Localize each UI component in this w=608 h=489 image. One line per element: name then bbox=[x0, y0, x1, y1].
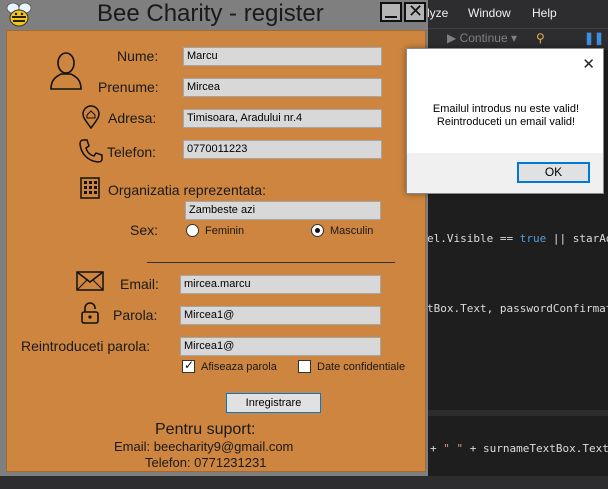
parola-label: Parola: bbox=[113, 307, 158, 323]
ide-statusbar bbox=[0, 476, 608, 489]
close-icon[interactable]: ✕ bbox=[582, 55, 595, 73]
bee-icon bbox=[6, 2, 32, 27]
code-line: tBox.Text, passwordConfirmatio bbox=[427, 302, 608, 315]
play-icon: ▶ bbox=[447, 31, 457, 45]
ok-button[interactable]: OK bbox=[517, 162, 590, 183]
sex-label: Sex: bbox=[130, 222, 159, 238]
radio-masculin[interactable] bbox=[311, 224, 324, 237]
email-input[interactable]: mircea.marcu bbox=[180, 275, 381, 294]
support-title: Pentru suport: bbox=[155, 421, 256, 438]
title-bar[interactable]: Bee Charity - register ✕ bbox=[0, 0, 428, 30]
editor-splitter[interactable] bbox=[427, 410, 608, 416]
radio-feminin-label: Feminin bbox=[205, 225, 245, 237]
continue-button[interactable]: ▶ Continue ▾ bbox=[447, 31, 517, 45]
email-label: Email: bbox=[120, 276, 159, 292]
chevron-down-icon: ▾ bbox=[510, 31, 517, 45]
nume-input[interactable]: Marcu bbox=[183, 47, 382, 66]
prenume-label: Prenume: bbox=[98, 79, 159, 95]
confidential-checkbox[interactable] bbox=[298, 360, 311, 373]
minimize-icon bbox=[385, 16, 397, 18]
confidential-label: Date confidentiale bbox=[317, 361, 406, 373]
organizatie-label: Organizatia reprezentata: bbox=[108, 182, 266, 198]
support-email: Email: beecharity9@gmail.com bbox=[114, 439, 294, 454]
close-button[interactable]: ✕ bbox=[404, 1, 426, 22]
show-password-checkbox[interactable] bbox=[182, 358, 195, 373]
nume-label: Nume: bbox=[117, 48, 159, 64]
messagebox-footer: OK bbox=[407, 153, 603, 193]
support-phone: Telefon: 0771231231 bbox=[145, 455, 267, 470]
envelope-icon bbox=[76, 271, 104, 291]
reparola-label: Reintroduceti parola: bbox=[21, 338, 151, 354]
location-pin-icon bbox=[82, 105, 100, 129]
search-icon[interactable]: ⚲ bbox=[536, 31, 545, 45]
minimize-button[interactable] bbox=[380, 2, 402, 22]
adresa-input[interactable]: Timisoara, Aradului nr.4 bbox=[183, 109, 382, 128]
divider bbox=[147, 262, 395, 263]
register-window: Bee Charity - register ✕ Nume: Marcu Pre… bbox=[0, 0, 428, 476]
error-messagebox: ✕ Emailul introdus nu este valid! Reintr… bbox=[406, 48, 604, 194]
menu-help[interactable]: Help bbox=[532, 6, 557, 20]
window-title: Bee Charity - register bbox=[97, 0, 324, 27]
close-icon: ✕ bbox=[408, 1, 424, 22]
person-icon bbox=[50, 52, 82, 90]
adresa-label: Adresa: bbox=[108, 110, 157, 126]
menu-analyze[interactable]: lyze bbox=[427, 6, 448, 20]
reparola-input[interactable]: Mircea1@ bbox=[180, 337, 381, 356]
phone-icon bbox=[79, 139, 103, 163]
show-password-label: Afiseaza parola bbox=[201, 361, 277, 373]
building-icon bbox=[80, 177, 100, 199]
code-line: el.Visible == true || starAddre bbox=[427, 232, 608, 245]
parola-input[interactable]: Mircea1@ bbox=[180, 306, 381, 325]
message-text: Emailul introdus nu este valid! Reintrod… bbox=[432, 103, 580, 128]
telefon-label: Telefon: bbox=[107, 144, 157, 160]
code-line: + " " + surnameTextBox.Text; bbox=[430, 442, 608, 455]
register-button[interactable]: Inregistrare bbox=[226, 393, 321, 413]
organizatie-input[interactable]: Zambeste azi bbox=[185, 201, 381, 220]
menu-window[interactable]: Window bbox=[468, 6, 511, 20]
prenume-input[interactable]: Mircea bbox=[183, 78, 382, 97]
radio-feminin[interactable] bbox=[186, 224, 199, 237]
lock-icon bbox=[81, 302, 99, 324]
radio-masculin-label: Masculin bbox=[330, 225, 374, 237]
pause-icon[interactable]: ❚❚ bbox=[584, 31, 604, 45]
telefon-input[interactable]: 0770011223 bbox=[183, 140, 382, 159]
